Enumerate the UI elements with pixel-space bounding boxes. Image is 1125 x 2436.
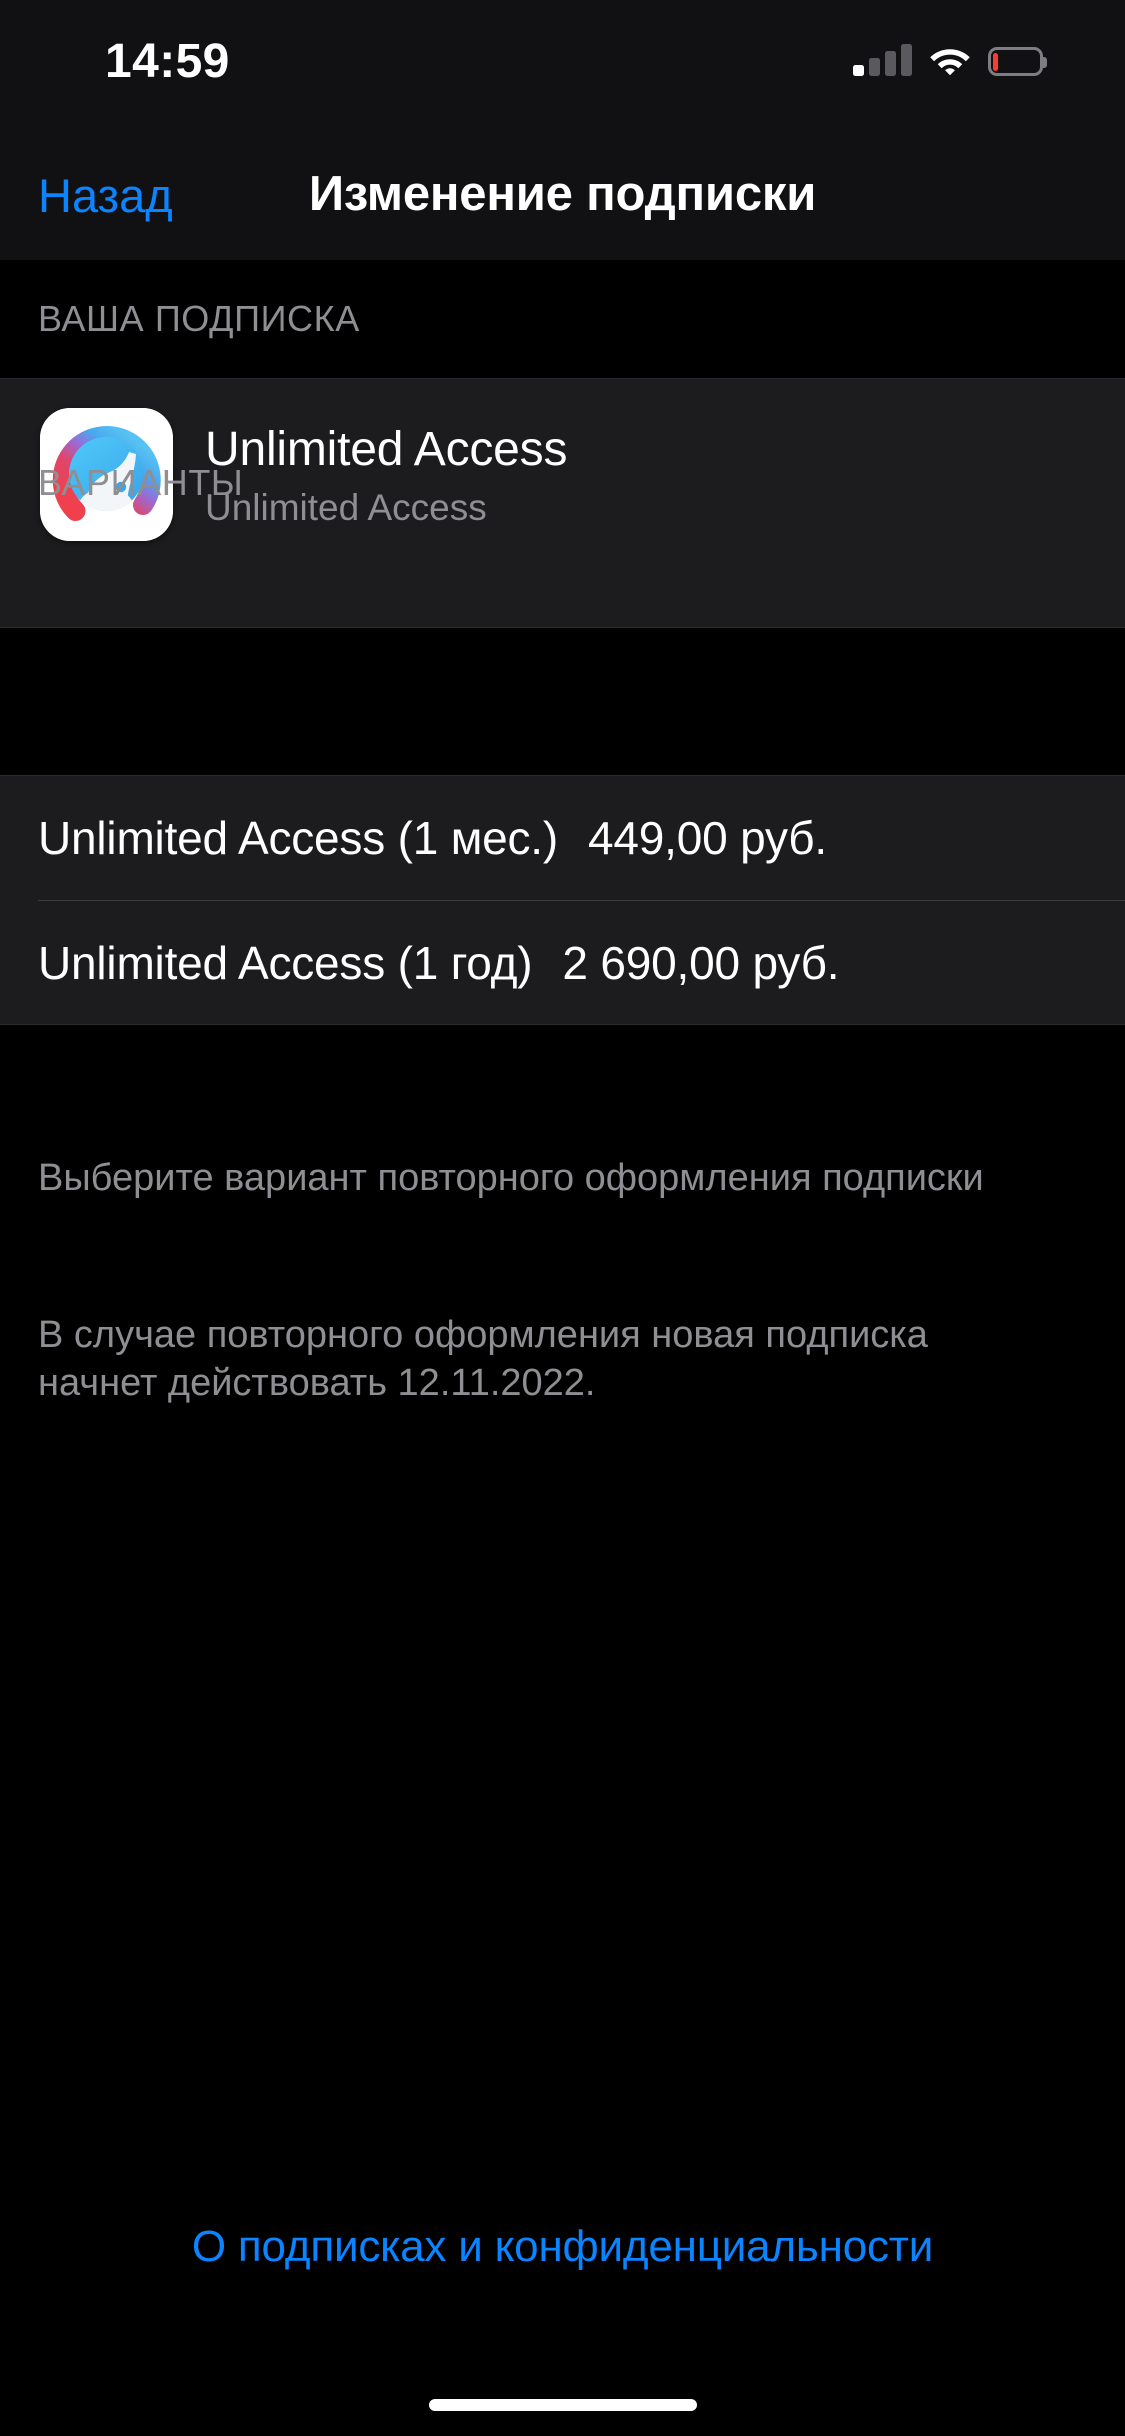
section-header-options: ВАРИАНТЫ	[38, 462, 244, 503]
option-price: 449,00 руб.	[588, 812, 828, 864]
battery-icon	[988, 47, 1047, 76]
status-bar-indicators	[853, 36, 1047, 76]
home-indicator[interactable]	[428, 2399, 697, 2411]
option-name: Unlimited Access (1 год)	[38, 937, 533, 989]
page-title: Изменение подписки	[308, 167, 817, 221]
options-card: Unlimited Access (1 мес.) 449,00 руб. Un…	[0, 775, 1125, 1025]
status-bar-time: 14:59	[105, 35, 230, 88]
option-row[interactable]: Unlimited Access (1 мес.) 449,00 руб.	[0, 776, 1125, 901]
wifi-icon	[929, 45, 971, 76]
option-row[interactable]: Unlimited Access (1 год) 2 690,00 руб.	[0, 901, 1125, 1025]
section-header-your-subscription: ВАША ПОДПИСКА	[38, 298, 360, 339]
navigation-bar: Назад Изменение подписки	[0, 132, 1125, 260]
option-name: Unlimited Access (1 мес.)	[38, 812, 559, 864]
subscription-subtitle: Unlimited Access	[205, 486, 487, 528]
subscriptions-privacy-link[interactable]: О подписках и конфиденциальности	[0, 2222, 1125, 2272]
subscription-title: Unlimited Access	[205, 423, 568, 476]
option-price: 2 690,00 руб.	[562, 937, 840, 989]
footer-note-renewal-date: В случае повторного оформления новая под…	[38, 1314, 928, 1404]
status-bar: 14:59	[0, 0, 1125, 132]
screen: 14:59 Назад Изменение подписки ВАША ПОДП…	[0, 0, 1125, 2436]
footer-note-select-option: Выберите вариант повторного оформления п…	[38, 1157, 984, 1199]
cellular-signal-icon	[853, 44, 912, 76]
subscription-texts: Unlimited Access Unlimited Access	[205, 423, 567, 530]
